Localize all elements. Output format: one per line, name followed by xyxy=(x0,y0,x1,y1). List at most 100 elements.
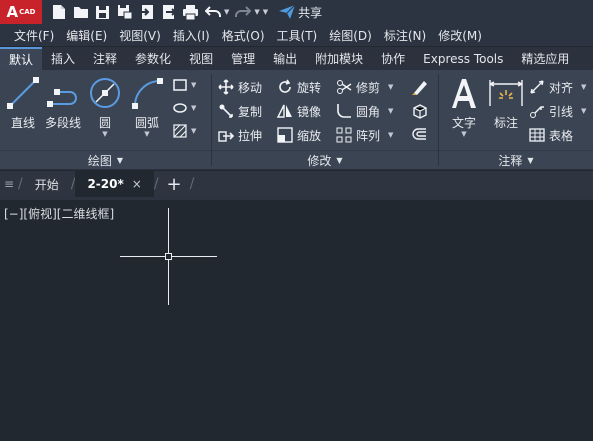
move-tool[interactable]: 移动 xyxy=(218,76,262,98)
box-3d-icon xyxy=(413,104,427,119)
viewport-controls[interactable]: [−][俯视][二维线框] xyxy=(4,205,114,222)
drawing-canvas[interactable] xyxy=(0,197,593,441)
close-tab-icon[interactable]: × xyxy=(132,177,142,191)
erase-tool[interactable] xyxy=(411,78,429,96)
mirror-tool[interactable]: 镜像 xyxy=(277,100,321,122)
explode-tool[interactable] xyxy=(411,102,429,120)
print-icon[interactable] xyxy=(182,4,199,21)
text-dropdown-icon[interactable]: ▼ xyxy=(461,131,466,138)
array-icon xyxy=(336,127,352,143)
ellipse-dropdown-icon[interactable]: ▼ xyxy=(191,104,196,112)
menu-edit[interactable]: 编辑(E) xyxy=(54,27,107,44)
tab-drawing[interactable]: 2-20* × xyxy=(75,171,154,197)
circle-dropdown-icon[interactable]: ▼ xyxy=(102,131,107,138)
offset-tool[interactable] xyxy=(411,126,429,144)
rotate-tool[interactable]: 旋转 xyxy=(277,76,321,98)
leader-tool[interactable]: 引线 ▼ xyxy=(529,100,586,122)
tab-view[interactable]: 视图 xyxy=(180,47,222,70)
tab-collaborate[interactable]: 协作 xyxy=(372,47,414,70)
share-button[interactable]: 共享 xyxy=(279,4,322,21)
rectangle-tool[interactable]: ▼ xyxy=(172,78,196,92)
ellipse-tool[interactable]: ▼ xyxy=(172,101,196,115)
trim-tool[interactable]: 修剪 ▼ xyxy=(336,76,393,98)
line-tool[interactable]: 直线 xyxy=(6,76,40,131)
offset-icon xyxy=(412,128,426,140)
text-label: 文字 xyxy=(451,116,476,130)
circle-label: 圆 xyxy=(98,116,111,130)
circle-tool[interactable]: 圆 ▼ xyxy=(88,76,122,138)
redo-dropdown-icon[interactable]: ▼ xyxy=(254,8,259,16)
hatch-dropdown-icon[interactable]: ▼ xyxy=(191,127,196,135)
menu-dimension[interactable]: 标注(N) xyxy=(372,27,426,44)
rectangle-dropdown-icon[interactable]: ▼ xyxy=(191,81,196,89)
menu-modify[interactable]: 修改(M) xyxy=(426,27,482,44)
menu-bar: 文件(F) 编辑(E) 视图(V) 插入(I) 格式(O) 工具(T) 绘图(D… xyxy=(0,24,593,46)
undo-icon[interactable] xyxy=(204,4,221,21)
tab-featured-apps[interactable]: 精选应用 xyxy=(512,47,578,70)
send-icon xyxy=(279,5,296,19)
app-logo-text: CAD xyxy=(19,8,36,16)
arc-dropdown-icon[interactable]: ▼ xyxy=(144,131,149,138)
align-dropdown-icon[interactable]: ▼ xyxy=(581,83,586,91)
line-icon xyxy=(7,77,39,109)
menu-format[interactable]: 格式(O) xyxy=(210,27,265,44)
line-label: 直线 xyxy=(10,116,35,130)
menu-view[interactable]: 视图(V) xyxy=(107,27,161,44)
tab-express-tools[interactable]: Express Tools xyxy=(414,47,512,70)
canvas-top-border xyxy=(0,197,593,200)
annotation-panel-title[interactable]: 注释 ▼ xyxy=(439,150,593,170)
redo-icon[interactable] xyxy=(234,4,251,21)
file-tab-menu-icon[interactable]: ≡ xyxy=(0,171,18,197)
tab-output[interactable]: 输出 xyxy=(264,47,306,70)
tab-insert[interactable]: 插入 xyxy=(42,47,84,70)
dimension-icon xyxy=(489,80,523,106)
customize-quick-access-icon[interactable]: ▼ xyxy=(263,8,268,16)
hatch-tool[interactable]: ▼ xyxy=(172,124,196,138)
polyline-tool[interactable]: 多段线 xyxy=(45,76,81,131)
dimension-tool[interactable]: 标注 xyxy=(488,76,524,131)
eraser-icon xyxy=(412,81,427,95)
trim-dropdown-icon[interactable]: ▼ xyxy=(388,83,393,91)
undo-dropdown-icon[interactable]: ▼ xyxy=(224,8,229,16)
tab-manage[interactable]: 管理 xyxy=(222,47,264,70)
copy-tool[interactable]: 复制 xyxy=(218,100,262,122)
save-icon[interactable] xyxy=(94,4,111,21)
arc-tool[interactable]: 圆弧 ▼ xyxy=(130,76,164,138)
tab-addins[interactable]: 附加模块 xyxy=(306,47,372,70)
array-tool[interactable]: 阵列 ▼ xyxy=(336,124,393,146)
arc-icon xyxy=(132,78,163,109)
open-folder-icon[interactable] xyxy=(72,4,89,21)
tab-default[interactable]: 默认 xyxy=(0,47,43,70)
align-label: 对齐 xyxy=(549,80,574,95)
fillet-dropdown-icon[interactable]: ▼ xyxy=(388,107,393,115)
tab-start[interactable]: 开始 xyxy=(23,171,71,197)
circle-icon xyxy=(90,78,120,108)
annotation-panel-title-label: 注释 xyxy=(498,154,523,168)
modify-panel-expand-icon: ▼ xyxy=(336,156,343,165)
scale-tool[interactable]: 缩放 xyxy=(277,124,321,146)
save-as-icon[interactable] xyxy=(116,4,133,21)
stretch-tool[interactable]: 拉伸 xyxy=(218,124,262,146)
menu-tools[interactable]: 工具(T) xyxy=(265,27,318,44)
draw-panel-title[interactable]: 绘图 ▼ xyxy=(0,150,211,170)
app-menu-button[interactable]: A CAD xyxy=(0,0,42,24)
fillet-tool[interactable]: 圆角 ▼ xyxy=(336,100,393,122)
align-tool[interactable]: 对齐 ▼ xyxy=(529,76,586,98)
annotation-panel-expand-icon: ▼ xyxy=(527,156,534,165)
tab-parametric[interactable]: 参数化 xyxy=(126,47,180,70)
trim-label: 修剪 xyxy=(356,80,381,95)
annotation-panel: 文字 ▼ 标注 对齐 ▼ 引线 ▼ 表格 注释 ▼ xyxy=(439,70,593,170)
new-tab-button[interactable]: + xyxy=(159,174,190,195)
array-dropdown-icon[interactable]: ▼ xyxy=(388,131,393,139)
menu-file[interactable]: 文件(F) xyxy=(0,27,54,44)
table-tool[interactable]: 表格 xyxy=(529,124,573,146)
new-file-icon[interactable] xyxy=(50,4,67,21)
tab-annotate[interactable]: 注释 xyxy=(84,47,126,70)
text-tool[interactable]: 文字 ▼ xyxy=(449,76,479,138)
menu-draw[interactable]: 绘图(D) xyxy=(317,27,372,44)
leader-dropdown-icon[interactable]: ▼ xyxy=(581,107,586,115)
modify-panel-title[interactable]: 修改 ▼ xyxy=(212,150,438,170)
export-icon[interactable] xyxy=(160,4,177,21)
menu-insert[interactable]: 插入(I) xyxy=(161,27,210,44)
import-icon[interactable] xyxy=(138,4,155,21)
